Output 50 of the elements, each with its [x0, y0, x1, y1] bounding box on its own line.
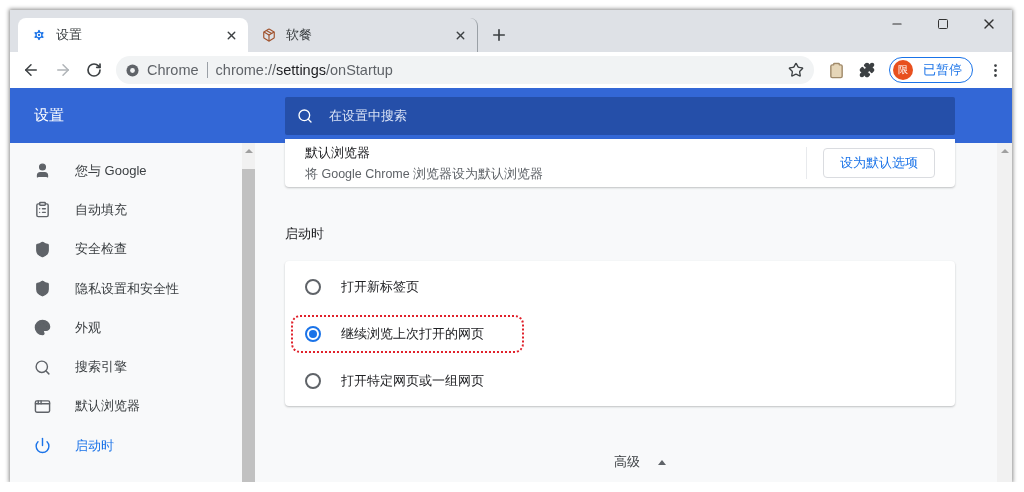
puzzle-icon[interactable]: [859, 62, 875, 78]
radio-button[interactable]: [305, 372, 321, 389]
tab-title: 设置: [56, 26, 83, 44]
profile-button[interactable]: 限 已暂停: [889, 57, 973, 83]
new-tab-icon[interactable]: [490, 26, 508, 44]
advanced-button[interactable]: 高级: [608, 452, 672, 472]
gear-icon: [32, 28, 46, 42]
browser-tab[interactable]: 设置: [18, 18, 248, 52]
address-bar[interactable]: Chrome chrome://settings/onStartup: [116, 56, 814, 84]
search-bar[interactable]: 在设置中搜索: [285, 96, 955, 135]
search-icon: [34, 358, 51, 376]
sidebar-item[interactable]: 搜索引擎: [10, 347, 242, 387]
sidebar-item[interactable]: 自动填充: [10, 190, 242, 230]
radio-button[interactable]: [305, 278, 321, 295]
sidebar-item[interactable]: 隐私设置和安全性: [10, 268, 242, 309]
setting-title: 默认浏览器: [305, 143, 371, 162]
reload-icon[interactable]: [86, 62, 102, 78]
search-icon: [297, 107, 313, 124]
option-label: 打开新标签页: [341, 277, 419, 296]
cube-icon: [262, 28, 276, 42]
url-text: chrome://settings/onStartup: [215, 62, 393, 78]
scrollbar[interactable]: [242, 143, 255, 482]
option-label: 继续浏览上次打开的网页: [341, 324, 484, 343]
site-label: Chrome: [147, 62, 199, 78]
search-field[interactable]: 在设置中搜索: [327, 107, 955, 124]
clipboard-icon: [34, 201, 51, 219]
person-icon: [34, 162, 51, 180]
make-default-button[interactable]: 设为默认选项: [823, 148, 935, 178]
avatar: 限: [893, 60, 913, 80]
radio-button[interactable]: [305, 325, 321, 342]
radio-option[interactable]: 打开新标签页: [291, 267, 459, 306]
settings-title: 设置: [33, 106, 65, 125]
tab-title: 软餐: [286, 26, 313, 44]
sidebar-item[interactable]: 安全检查: [10, 229, 242, 269]
section-heading: 启动时: [285, 225, 325, 243]
highlight-outline[interactable]: 继续浏览上次打开的网页: [291, 314, 524, 353]
clipboard-icon[interactable]: [828, 61, 845, 79]
power-icon: [34, 437, 51, 455]
setting-description: 将 Google Chrome 浏览器设为默认浏览器: [305, 165, 545, 183]
option-label: 打开特定网页或一组网页: [341, 371, 484, 390]
back-icon[interactable]: [22, 61, 40, 79]
sidebar-item[interactable]: 启动时: [10, 426, 242, 466]
radio-option[interactable]: 打开特定网页或一组网页: [291, 361, 524, 400]
browser-window-icon: [34, 397, 51, 415]
sidebar-item[interactable]: 您与 Google: [10, 151, 242, 191]
sidebar-item[interactable]: 默认浏览器: [10, 386, 242, 427]
scrollbar[interactable]: [997, 143, 1012, 482]
star-icon[interactable]: [788, 62, 804, 78]
sidebar-item[interactable]: 外观: [10, 308, 242, 348]
shield-icon: [34, 280, 51, 298]
